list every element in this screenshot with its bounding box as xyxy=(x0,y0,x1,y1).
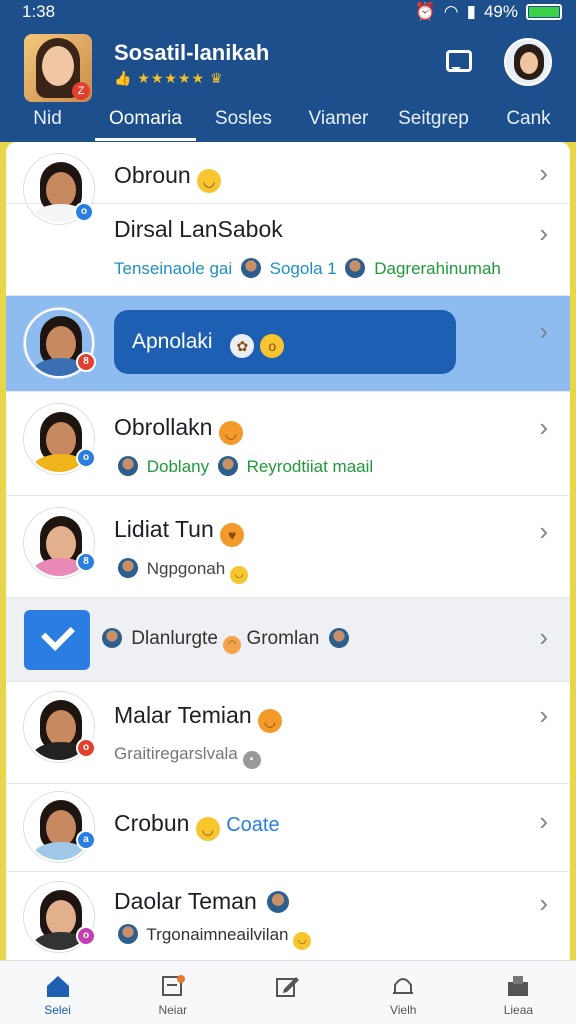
alarm-icon: ⏰ xyxy=(414,2,436,21)
mini-avatar xyxy=(118,924,138,944)
contact-subline: Tenseinaole gai Sogola 1 Dagrerahinumah xyxy=(114,258,501,278)
mini-avatar xyxy=(118,558,138,578)
home-icon xyxy=(46,976,69,997)
status-icons: ⏰ ◠ ▮ 49% xyxy=(415,2,562,22)
tab-viamer[interactable]: Viamer xyxy=(291,106,386,142)
mini-avatar xyxy=(240,258,261,278)
contact-subline: Graitiregarslvala ▪ xyxy=(114,744,261,769)
emoji-icon: ◠ xyxy=(223,636,242,654)
mini-avatar xyxy=(118,456,138,476)
list-item[interactable]: Dlanlurgte ◠ Gromlan › xyxy=(6,598,570,682)
verified-badge: a xyxy=(76,830,96,850)
heart-eyes-emoji-icon: ♥ xyxy=(220,523,245,547)
message-icon[interactable] xyxy=(446,50,472,72)
chevron-right-icon: › xyxy=(539,516,548,546)
list-item-selected[interactable]: 8 Apnolaki ✿ o › xyxy=(6,296,570,392)
chevron-right-icon: › xyxy=(539,316,548,346)
contact-name: Dirsal LanSabok xyxy=(114,216,283,242)
verified-badge: o xyxy=(76,448,96,468)
sticker-icon: ✿ xyxy=(230,334,255,358)
check-icon[interactable] xyxy=(24,610,90,670)
message-icon: ▪ xyxy=(242,751,261,769)
mini-avatar xyxy=(267,891,290,913)
edit-icon xyxy=(276,977,299,997)
tab-sosles[interactable]: Sosles xyxy=(196,106,291,142)
profile-photo[interactable]: Z xyxy=(24,34,92,102)
profile-badge: Z xyxy=(72,82,90,100)
app-title: Sosatil-lanikah xyxy=(114,40,270,65)
chevron-right-icon: › xyxy=(539,622,548,652)
mini-avatar xyxy=(102,628,122,648)
rating-stars: ★★★★★ xyxy=(137,70,206,86)
contact-name: Obrollakn ◡ xyxy=(114,414,243,445)
contact-name: Crobun ◡ Coate xyxy=(114,810,280,841)
crown-icon: ♛ xyxy=(209,70,224,86)
mini-avatar xyxy=(328,628,349,648)
list-item[interactable]: o Malar Temian ◡ Graitiregarslvala ▪ › xyxy=(6,682,570,784)
chevron-right-icon: › xyxy=(539,806,548,836)
signal-icon: ▮ xyxy=(466,2,476,21)
contact-subline: Trgonaimneailvilan ◡ xyxy=(114,924,312,950)
smirk-emoji-icon: ◡ xyxy=(197,169,222,193)
contact-subline: Dlanlurgte ◠ Gromlan xyxy=(98,628,353,654)
tab-nid[interactable]: Nid xyxy=(0,106,95,142)
nav-notifications[interactable]: Vielh xyxy=(346,961,461,1024)
rating: 👍 ★★★★★ ♛ xyxy=(114,70,224,87)
status-badge: o xyxy=(76,926,96,946)
chevron-right-icon: › xyxy=(539,888,548,918)
contact-subline: Ngpgonah ◡ xyxy=(114,558,248,584)
list-item[interactable]: Dirsal LanSabok Tenseinaole gai Sogola 1… xyxy=(6,204,570,296)
clock: 1:38 xyxy=(22,2,56,21)
chevron-right-icon: › xyxy=(539,700,548,730)
list-item[interactable]: o Daolar Teman Trgonaimneailvilan ◡ › xyxy=(6,872,570,960)
nav-inbox[interactable]: Lieaa xyxy=(461,961,576,1024)
news-icon xyxy=(161,975,185,996)
status-badge: o xyxy=(76,738,96,758)
wink-emoji-icon: ◡ xyxy=(218,421,243,445)
verified-badge: 8 xyxy=(76,552,96,572)
avatar xyxy=(24,792,94,862)
contact-name: Obroun ◡ xyxy=(114,162,222,193)
bell-icon xyxy=(393,978,414,994)
tab-cank[interactable]: Cank xyxy=(481,106,576,142)
tab-bar: Nid Oomaria Sosles Viamer Seitgrep Cank xyxy=(0,106,576,142)
list-item[interactable]: 8 Lidiat Tun ♥ Ngpgonah ◡ › xyxy=(6,496,570,598)
grin-emoji-icon: ◡ xyxy=(258,709,283,733)
contact-name: Malar Temian ◡ xyxy=(114,702,283,733)
message-preview-pill[interactable]: Apnolaki ✿ o xyxy=(114,310,456,374)
inbox-icon xyxy=(508,976,529,996)
battery-percent: 49% xyxy=(483,2,518,21)
nav-compose[interactable] xyxy=(230,961,345,1024)
user-avatar[interactable] xyxy=(504,38,552,86)
nav-news[interactable]: Neiar xyxy=(115,961,230,1024)
battery-icon xyxy=(526,4,562,20)
wifi-icon: ◠ xyxy=(443,2,459,21)
tab-oomaria[interactable]: Oomaria xyxy=(95,106,196,142)
app-header: Z Sosatil-lanikah 👍 ★★★★★ ♛ Nid Oomaria … xyxy=(0,26,576,142)
chevron-right-icon: › xyxy=(539,412,548,442)
conversation-list: o Obroun ◡ › Dirsal LanSabok Tenseinaole… xyxy=(6,142,570,960)
contact-subline: Doblany Reyrodtiiat maail xyxy=(114,456,373,477)
status-bar: 1:38 ⏰ ◠ ▮ 49% xyxy=(0,0,576,26)
mini-avatar xyxy=(217,456,238,476)
list-item[interactable]: o Obroun ◡ › xyxy=(6,142,570,224)
thumbs-up-icon: 👍 xyxy=(114,70,133,86)
happy-emoji-icon: ◡ xyxy=(195,817,220,841)
list-item[interactable]: o Obrollakn ◡ Doblany Reyrodtiiat maail … xyxy=(6,392,570,496)
contact-name: Daolar Teman xyxy=(114,888,293,915)
smile-emoji-icon: ◡ xyxy=(229,566,248,584)
chevron-right-icon: › xyxy=(539,158,548,188)
list-item[interactable]: a Crobun ◡ Coate › xyxy=(6,784,570,872)
contact-name: Lidiat Tun ♥ xyxy=(114,516,245,547)
laugh-emoji-icon: ◡ xyxy=(293,932,312,950)
chevron-right-icon: › xyxy=(539,218,548,248)
nav-home[interactable]: Selei xyxy=(0,961,115,1024)
mini-avatar xyxy=(345,258,366,278)
bottom-nav: Selei Neiar Vielh Lieaa xyxy=(0,960,576,1024)
surprised-emoji-icon: o xyxy=(260,334,285,358)
tab-seitgrep[interactable]: Seitgrep xyxy=(386,106,481,142)
status-badge: 8 xyxy=(76,352,96,372)
